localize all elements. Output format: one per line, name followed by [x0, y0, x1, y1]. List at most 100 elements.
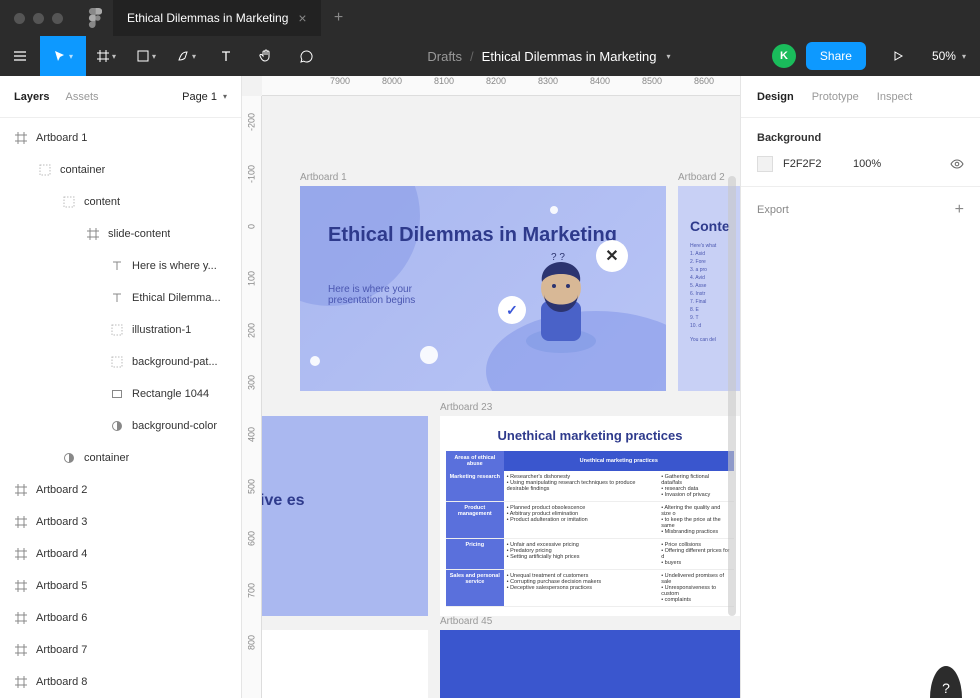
zoom-control[interactable]: 50%▾	[918, 49, 980, 63]
scrollbar-vertical[interactable]	[728, 176, 736, 616]
ruler-horizontal: 790080008100820083008400850086008700	[262, 76, 740, 96]
breadcrumb-drafts[interactable]: Drafts	[427, 49, 462, 64]
layer-row[interactable]: background-color	[0, 410, 241, 442]
layer-label: illustration-1	[132, 324, 191, 336]
present-button[interactable]	[878, 36, 918, 76]
design-panel-tabs: Design Prototype Inspect	[741, 76, 980, 118]
ruler-vertical: -200-1000100200300400500600700800	[242, 96, 262, 698]
new-tab-button[interactable]: +	[321, 9, 357, 27]
chevron-down-icon[interactable]: ▾	[667, 52, 671, 61]
artboard-label[interactable]: Artboard 45	[440, 616, 492, 627]
layer-label: Artboard 8	[36, 676, 87, 688]
canvas[interactable]: 790080008100820083008400850086008700 -20…	[242, 76, 740, 698]
artboard-45[interactable]	[440, 630, 740, 698]
layer-row[interactable]: background-pat...	[0, 346, 241, 378]
frame-icon	[14, 548, 28, 560]
layer-row[interactable]: container	[0, 154, 241, 186]
group-icon	[110, 356, 124, 368]
move-tool[interactable]: ▾	[40, 36, 86, 76]
layer-row[interactable]: content	[0, 186, 241, 218]
menu-button[interactable]	[0, 36, 40, 76]
svg-text:? ?: ? ?	[551, 252, 565, 263]
breadcrumb[interactable]: Drafts / Ethical Dilemmas in Marketing ▾	[326, 49, 772, 64]
layer-row[interactable]: Ethical Dilemma...	[0, 282, 241, 314]
layer-row[interactable]: Artboard 8	[0, 666, 241, 698]
layer-row[interactable]: Artboard 7	[0, 634, 241, 666]
text-tool[interactable]	[206, 36, 246, 76]
layer-row[interactable]: slide-content	[0, 218, 241, 250]
breadcrumb-file[interactable]: Ethical Dilemmas in Marketing	[482, 49, 657, 64]
layer-label: Rectangle 1044	[132, 388, 209, 400]
layer-row[interactable]: container	[0, 442, 241, 474]
layers-panel: Layers Assets Page 1▾ Artboard 1 containe…	[0, 76, 242, 698]
group-icon	[62, 196, 76, 208]
figma-logo-icon[interactable]	[77, 8, 113, 28]
layer-label: slide-content	[108, 228, 170, 240]
avatar[interactable]: K	[772, 44, 796, 68]
file-tab[interactable]: Ethical Dilemmas in Marketing ×	[113, 0, 321, 36]
tab-design[interactable]: Design	[757, 91, 794, 103]
layer-label: Ethical Dilemma...	[132, 292, 221, 304]
frame-icon	[14, 516, 28, 528]
file-tab-title: Ethical Dilemmas in Marketing	[127, 11, 288, 25]
layer-row[interactable]: illustration-1	[0, 314, 241, 346]
hand-tool[interactable]	[246, 36, 286, 76]
layer-label: Artboard 4	[36, 548, 87, 560]
artboard-23[interactable]: Unethical marketing practices Areas of e…	[440, 416, 740, 616]
group-icon	[38, 164, 52, 176]
comment-tool[interactable]	[286, 36, 326, 76]
layers-panel-header: Layers Assets Page 1▾	[0, 76, 241, 118]
background-opacity-input[interactable]: 100%	[853, 158, 893, 170]
background-swatch[interactable]	[757, 156, 773, 172]
export-section: Export +	[741, 187, 980, 233]
close-icon[interactable]: ×	[298, 10, 306, 26]
layer-row[interactable]: Rectangle 1044	[0, 378, 241, 410]
layer-row[interactable]: Artboard 2	[0, 474, 241, 506]
slide-title: Unethical marketing practices	[440, 416, 740, 451]
artboard-left[interactable]: mpetitive es subtitle here if	[262, 416, 428, 616]
layer-row[interactable]: Artboard 4	[0, 538, 241, 570]
shape-tool[interactable]: ▾	[126, 36, 166, 76]
contents-list: Here's what1. Asid2. Fore3. a pro4. Avid…	[690, 242, 716, 344]
frame-icon	[86, 228, 100, 240]
toolbar: ▾ ▾ ▾ ▾ Drafts / Ethical Dilemmas in Mar…	[0, 36, 980, 76]
share-button[interactable]: Share	[806, 42, 866, 70]
layer-label: Artboard 1	[36, 132, 87, 144]
layer-label: content	[84, 196, 120, 208]
layer-label: container	[84, 452, 129, 464]
rect-icon	[110, 388, 124, 400]
layer-row[interactable]: Artboard 6	[0, 602, 241, 634]
layer-label: Artboard 5	[36, 580, 87, 592]
background-section: Background F2F2F2 100%	[741, 118, 980, 187]
layer-label: background-color	[132, 420, 217, 432]
layer-row[interactable]: Artboard 1	[0, 122, 241, 154]
layer-row[interactable]: Here is where y...	[0, 250, 241, 282]
layer-row[interactable]: Artboard 5	[0, 570, 241, 602]
frame-tool[interactable]: ▾	[86, 36, 126, 76]
frame-icon	[14, 676, 28, 688]
layer-label: container	[60, 164, 105, 176]
add-export-button[interactable]: +	[955, 201, 964, 219]
tab-assets[interactable]: Assets	[65, 91, 98, 103]
background-hex-input[interactable]: F2F2F2	[783, 158, 843, 170]
pen-tool[interactable]: ▾	[166, 36, 206, 76]
artboard-label[interactable]: Artboard 2	[678, 172, 725, 183]
eye-icon[interactable]	[950, 157, 964, 171]
tab-layers[interactable]: Layers	[14, 91, 49, 103]
half-icon	[110, 420, 124, 432]
frame-icon	[14, 132, 28, 144]
tab-inspect[interactable]: Inspect	[877, 91, 912, 103]
artboard-label[interactable]: Artboard 1	[300, 172, 347, 183]
page-selector[interactable]: Page 1▾	[182, 91, 227, 103]
artboard-1[interactable]: Ethical Dilemmas in Marketing Here is wh…	[300, 186, 666, 391]
slide-title: Ethical Dilemmas in Marketing	[328, 224, 617, 247]
practices-table: Areas of ethical abuseUnethical marketin…	[446, 451, 734, 607]
layer-label: Artboard 3	[36, 516, 87, 528]
tab-prototype[interactable]: Prototype	[812, 91, 859, 103]
window-controls[interactable]	[0, 13, 77, 24]
artboard-label[interactable]: Artboard 23	[440, 402, 492, 413]
artboard-below-left[interactable]	[262, 630, 428, 698]
layer-label: background-pat...	[132, 356, 218, 368]
layer-row[interactable]: Artboard 3	[0, 506, 241, 538]
frame-icon	[14, 644, 28, 656]
